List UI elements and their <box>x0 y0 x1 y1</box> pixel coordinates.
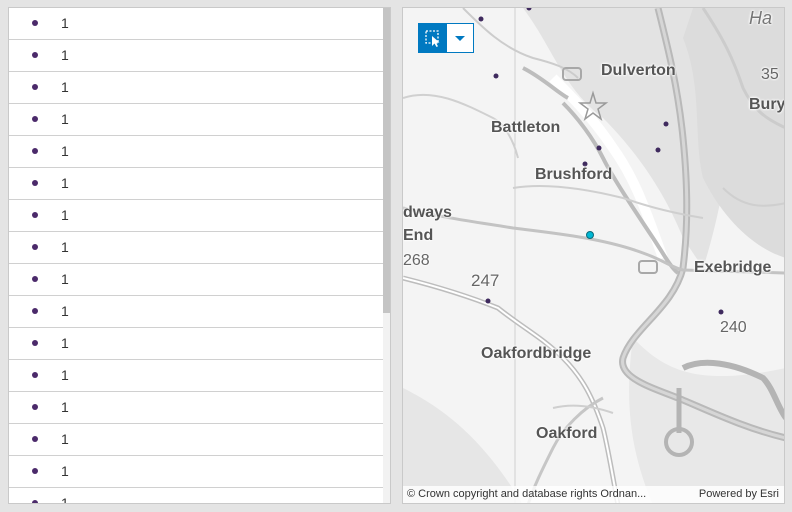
list-item[interactable]: 1 <box>9 72 385 104</box>
list-item-label: 1 <box>61 463 69 479</box>
bullet-dot-icon <box>32 52 38 58</box>
list-item[interactable]: 1 <box>9 232 385 264</box>
list-item[interactable]: 1 <box>9 8 385 40</box>
map-view[interactable]: Ha Dulverton 35 Bury Battleton Brushford… <box>402 7 785 504</box>
list-item-label: 1 <box>61 431 69 447</box>
list-item-label: 1 <box>61 367 69 383</box>
list-item-label: 1 <box>61 79 69 95</box>
bullet-dot-icon <box>32 276 38 282</box>
map-label-oakfordbridge: Oakfordbridge <box>481 345 592 362</box>
bullet-dot-icon <box>32 372 38 378</box>
list-item-label: 1 <box>61 47 69 63</box>
feature-list: 1 1 1 1 1 1 1 1 1 1 1 1 1 1 1 1 <box>9 8 385 504</box>
bullet-dot-icon <box>32 436 38 442</box>
list-item-label: 1 <box>61 143 69 159</box>
map-label-elevation-247: 247 <box>471 271 500 290</box>
list-item[interactable]: 1 <box>9 456 385 488</box>
map-label-end: End <box>403 227 434 244</box>
bullet-dot-icon <box>32 340 38 346</box>
map-label-ha: Ha <box>749 8 773 28</box>
list-scrollbar[interactable] <box>383 8 390 503</box>
list-item[interactable]: 1 <box>9 296 385 328</box>
list-item[interactable]: 1 <box>9 40 385 72</box>
bullet-dot-icon <box>32 84 38 90</box>
map-label-elevation-240: 240 <box>720 319 747 336</box>
bullet-dot-icon <box>32 116 38 122</box>
select-by-rectangle-icon <box>425 30 440 47</box>
bullet-dot-icon <box>32 180 38 186</box>
bullet-dot-icon <box>32 308 38 314</box>
map-label-battleton: Battleton <box>491 119 561 136</box>
map-label-brushford: Brushford <box>535 166 613 183</box>
list-item-label: 1 <box>61 111 69 127</box>
list-item[interactable]: 1 <box>9 392 385 424</box>
list-item-label: 1 <box>61 175 69 191</box>
list-item[interactable]: 1 <box>9 424 385 456</box>
list-item[interactable]: 1 <box>9 136 385 168</box>
list-item[interactable]: 1 <box>9 264 385 296</box>
list-item-label: 1 <box>61 15 69 31</box>
list-scrollbar-thumb[interactable] <box>383 8 390 313</box>
bullet-dot-icon <box>32 468 38 474</box>
map-attribution-bar: © Crown copyright and database rights Or… <box>403 486 784 503</box>
map-label-oakford: Oakford <box>536 425 598 442</box>
list-item-label: 1 <box>61 207 69 223</box>
list-item-label: 1 <box>61 335 69 351</box>
list-item[interactable]: 1 <box>9 168 385 200</box>
list-item-label: 1 <box>61 271 69 287</box>
bullet-dot-icon <box>32 20 38 26</box>
map-label-broadways: dways <box>403 204 452 221</box>
map-label-elevation-35: 35 <box>761 66 779 83</box>
list-item-label: 1 <box>61 303 69 319</box>
bullet-dot-icon <box>32 500 38 503</box>
list-item[interactable]: 1 <box>9 104 385 136</box>
select-by-rectangle-button[interactable] <box>419 24 447 52</box>
list-item[interactable]: 1 <box>9 328 385 360</box>
list-item[interactable]: 1 <box>9 200 385 232</box>
bullet-dot-icon <box>32 148 38 154</box>
map-attribution-text[interactable]: © Crown copyright and database rights Or… <box>407 488 646 500</box>
list-item-label: 1 <box>61 495 69 504</box>
map-label-elevation-268: 268 <box>403 252 430 269</box>
powered-by-esri-link[interactable]: Powered by Esri <box>699 488 779 500</box>
selection-tool-dropdown-button[interactable] <box>447 24 473 52</box>
list-item-label: 1 <box>61 239 69 255</box>
feature-list-panel[interactable]: 1 1 1 1 1 1 1 1 1 1 1 1 1 1 1 1 <box>8 7 391 504</box>
bullet-dot-icon <box>32 212 38 218</box>
selection-tool-control <box>418 23 474 53</box>
map-label-dulverton: Dulverton <box>601 62 676 79</box>
bullet-dot-icon <box>32 244 38 250</box>
bullet-dot-icon <box>32 404 38 410</box>
caret-down-icon <box>455 36 465 41</box>
list-item[interactable]: 1 <box>9 488 385 504</box>
list-item[interactable]: 1 <box>9 360 385 392</box>
list-item-label: 1 <box>61 399 69 415</box>
map-label-bury: Bury <box>749 96 785 113</box>
map-label-exebridge: Exebridge <box>694 259 772 276</box>
